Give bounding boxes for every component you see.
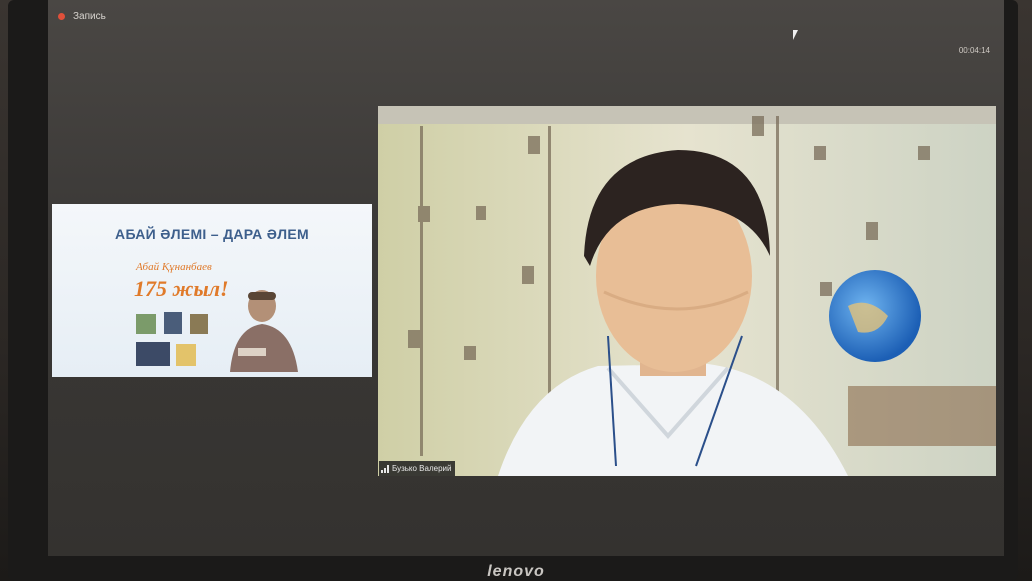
- monitor-brand-logo: lenovo: [487, 563, 545, 580]
- portrait-icon: [230, 290, 298, 372]
- slide-anniversary: 175 жыл!: [134, 276, 229, 301]
- slide-illustration: Абай Құнанбаев 175 жыл!: [134, 261, 298, 372]
- video-frame: [378, 106, 996, 476]
- monitor-bezel: Запись 00:04:14 АБАЙ ӘЛЕМІ – ДАРА ӘЛЕМ А…: [8, 0, 1018, 581]
- slide-title: АБАЙ ӘЛЕМІ – ДАРА ӘЛЕМ: [115, 226, 309, 242]
- participant-video[interactable]: Бузько Валерий: [378, 106, 996, 476]
- slide-subtitle: Абай Құнанбаев: [135, 261, 212, 273]
- shared-slide[interactable]: АБАЙ ӘЛЕМІ – ДАРА ӘЛЕМ Абай Құнанбаев 17…: [52, 204, 372, 377]
- recording-label: Запись: [73, 11, 106, 22]
- meeting-clock: 00:04:14: [958, 46, 990, 55]
- screen: Запись 00:04:14 АБАЙ ӘЛЕМІ – ДАРА ӘЛЕМ А…: [48, 0, 1004, 556]
- signal-strength-icon: [381, 464, 389, 473]
- record-icon: [58, 13, 65, 20]
- participant-name-tag: Бузько Валерий: [379, 461, 456, 476]
- participant-name: Бузько Валерий: [392, 464, 452, 473]
- mouse-cursor-icon: [793, 30, 798, 40]
- books-icon: [136, 312, 208, 366]
